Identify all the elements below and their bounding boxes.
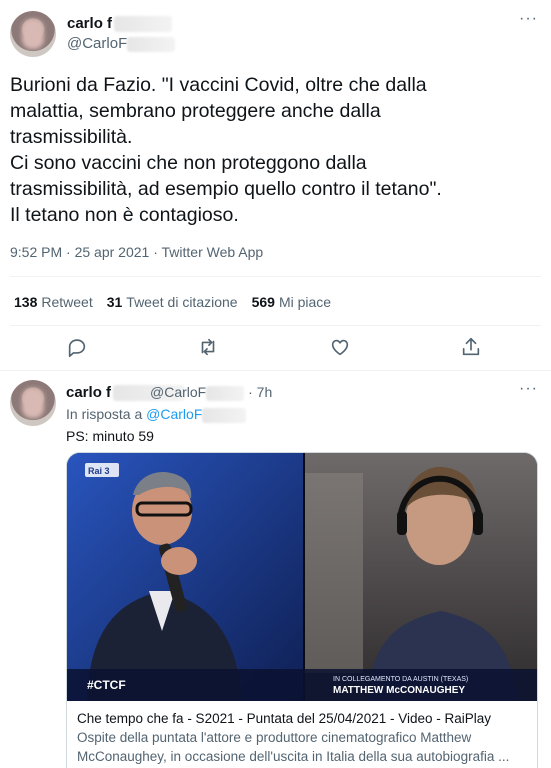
- link-preview-card[interactable]: Rai 3 #CTCF IN COLLEGAMENTO DA AUSTIN (T…: [66, 452, 538, 768]
- avatar[interactable]: [10, 380, 56, 426]
- more-icon[interactable]: ···: [519, 10, 538, 28]
- author-name[interactable]: carlo f: [67, 15, 173, 33]
- overlay-caption: IN COLLEGAMENTO DA AUSTIN (TEXAS): [333, 676, 468, 683]
- tweet-text: PS: minuto 59: [66, 428, 154, 444]
- reply-to-handle[interactable]: @CarloF: [146, 406, 202, 422]
- share-icon[interactable]: [460, 336, 484, 360]
- reply-icon[interactable]: [66, 336, 90, 360]
- likes-stat[interactable]: 569 Mi piace: [252, 294, 332, 310]
- retweet-icon[interactable]: [197, 336, 221, 360]
- channel-logo: Rai 3: [88, 466, 110, 476]
- show-hashtag: #CTCF: [87, 678, 126, 692]
- quotes-stat[interactable]: 31 Tweet di citazione: [107, 294, 238, 310]
- divider: [10, 325, 541, 326]
- overlay-name: MATTHEW McCONAUGHEY: [333, 685, 465, 696]
- divider: [10, 276, 541, 277]
- main-tweet: carlo f @CarloF ··· Burioni da Fazio. "I…: [0, 0, 551, 371]
- tweet-time[interactable]: · 7h: [248, 384, 272, 400]
- author-handle[interactable]: @CarloF · 7h: [150, 384, 272, 401]
- more-icon[interactable]: ···: [519, 380, 538, 398]
- card-text: Che tempo che fa - S2021 - Puntata del 2…: [67, 703, 537, 766]
- tweet-timestamp[interactable]: 9:52 PM · 25 apr 2021 · Twitter Web App: [10, 244, 263, 260]
- retweets-stat[interactable]: 138 Retweet: [14, 294, 93, 310]
- in-reply-to: In risposta a @CarloF: [66, 406, 247, 423]
- card-image: Rai 3 #CTCF IN COLLEGAMENTO DA AUSTIN (T…: [67, 453, 537, 701]
- card-description: Ospite della puntata l'attore e produtto…: [77, 730, 510, 764]
- avatar[interactable]: [10, 11, 56, 57]
- card-title: Che tempo che fa - S2021 - Puntata del 2…: [77, 711, 492, 726]
- tweet-stats: 138 Retweet 31 Tweet di citazione 569 Mi pi…: [14, 294, 331, 310]
- tweet-text: Burioni da Fazio. "I vaccini Covid, oltr…: [10, 74, 442, 226]
- like-icon[interactable]: [329, 336, 353, 360]
- author-handle[interactable]: @CarloF: [67, 35, 176, 52]
- tweet-actions: [0, 336, 551, 362]
